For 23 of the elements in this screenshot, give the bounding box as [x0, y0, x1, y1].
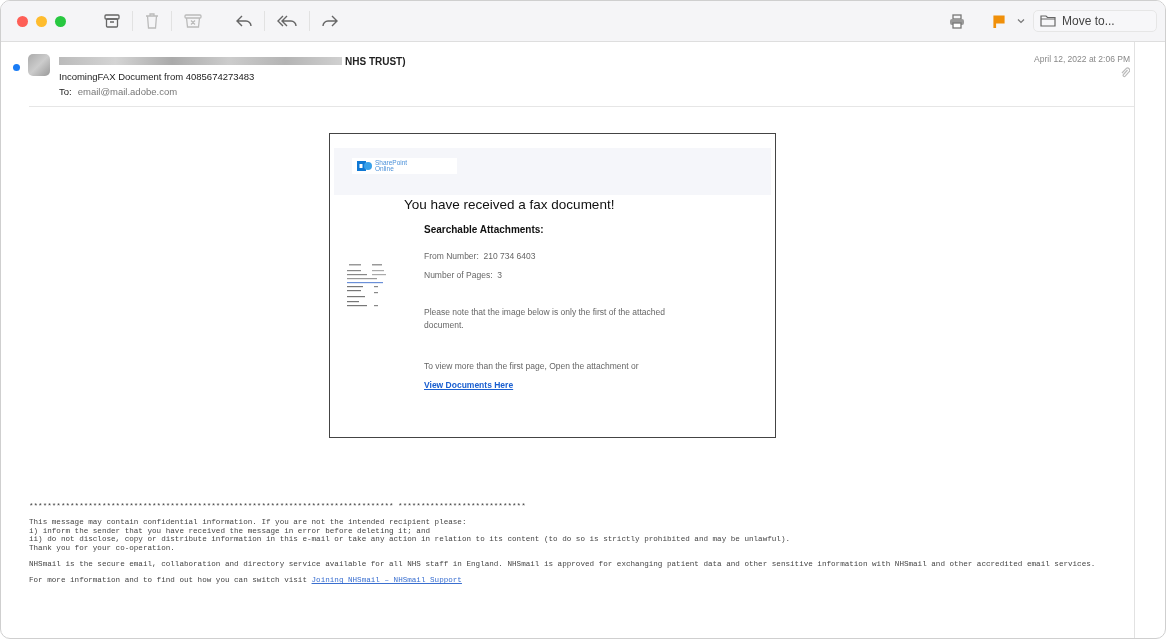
print-icon[interactable] [949, 13, 965, 29]
fax-heading: You have received a fax document! [404, 197, 616, 212]
sender-name: NHS TRUST) [345, 55, 406, 67]
attachments-heading: Searchable Attachments: [424, 224, 545, 235]
move-to-button[interactable]: Move to... [1033, 10, 1157, 32]
subject-text: IncomingFAX Document from 4085674273483 [59, 71, 256, 82]
forward-icon[interactable] [322, 14, 338, 28]
reply-icon[interactable] [236, 14, 252, 28]
avatar-icon [28, 54, 50, 76]
window-controls-icon[interactable] [17, 15, 66, 27]
reply-all-icon[interactable] [277, 14, 297, 28]
from-number-text: From Number: 210 734 6403 [424, 251, 537, 261]
instruction-text: To view more than the first page, Open the attachment or [424, 361, 640, 371]
folder-icon [1040, 15, 1056, 27]
to-label: To: [59, 86, 72, 97]
view-documents-link[interactable]: View Documents Here [424, 380, 514, 390]
flag-icon[interactable] [993, 14, 1005, 28]
page-count-text: Number of Pages: 3 [424, 270, 503, 280]
note-text: Please note that the image below is only the first of the attached document. [424, 306, 666, 332]
date-text: April 12, 2022 at 2:06 PM [1034, 54, 1130, 64]
recipient-address: email@mail.adobe.com [77, 86, 178, 97]
archive-icon[interactable] [104, 14, 120, 28]
caret-icon[interactable] [1017, 18, 1025, 24]
